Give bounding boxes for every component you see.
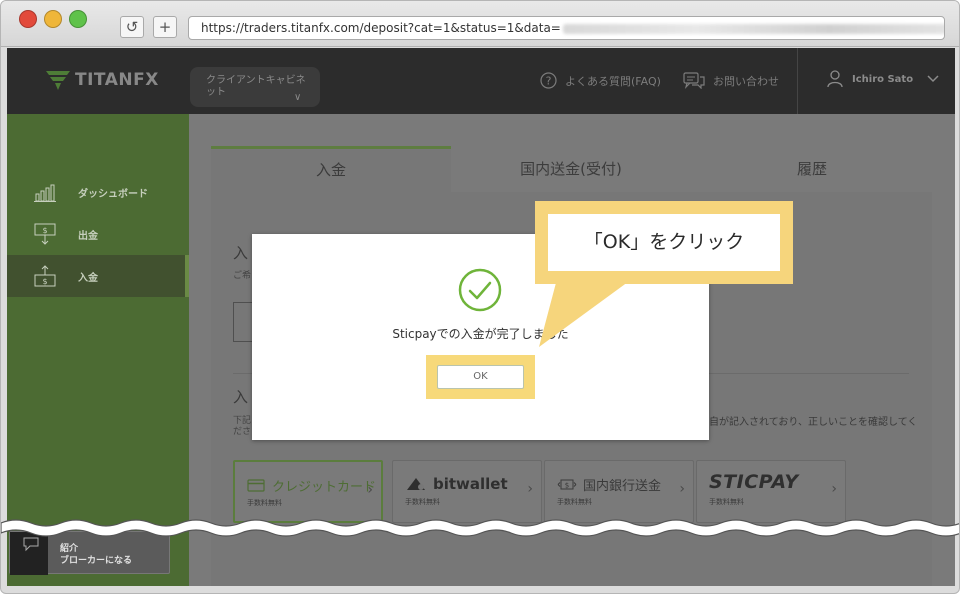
site-header: TITANFX クライアントキャビネット ∨ ? よくある質問(FAQ) お問い… — [7, 48, 955, 114]
payment-method-name: bitwallet — [433, 475, 508, 493]
sidebar-item-deposit[interactable]: $ 入金 — [7, 255, 189, 297]
tab-history[interactable]: 履歴 — [691, 146, 933, 192]
deposit-icon: $ — [34, 265, 56, 287]
intro-subtitle: ブローカーになる — [60, 556, 133, 566]
payment-method-fee: 手数料無料 — [405, 498, 440, 506]
logo-text: TITANFX — [75, 70, 159, 90]
sidebar-item-label: ダッシュボード — [78, 188, 148, 200]
user-icon — [827, 70, 843, 88]
url-text: https://traders.titanfx.com/deposit?cat=… — [201, 21, 561, 35]
titanfx-logo[interactable]: TITANFX — [45, 68, 159, 92]
minimize-window-button[interactable] — [44, 10, 62, 28]
chevron-right-icon: › — [831, 481, 837, 497]
cabinet-label: クライアントキャビネット — [206, 75, 306, 98]
bar-chart-icon — [34, 184, 56, 202]
reload-icon[interactable]: ↺ — [120, 16, 144, 38]
chevron-right-icon: › — [527, 481, 533, 497]
address-bar[interactable]: https://traders.titanfx.com/deposit?cat=… — [188, 16, 945, 40]
svg-text:$: $ — [565, 482, 569, 490]
sidebar-item-label: 入金 — [78, 272, 98, 284]
close-window-button[interactable] — [19, 10, 37, 28]
payment-method-name: 国内銀行送金 — [583, 479, 662, 494]
section-note-right: 自が記入されており、正しいことを確認してく — [709, 417, 918, 428]
instruction-callout: 「OK」をクリック — [535, 201, 793, 284]
svg-text:$: $ — [42, 226, 47, 235]
bank-transfer-icon: $ — [557, 479, 577, 490]
user-name: Ichiro Sato — [852, 73, 914, 85]
screenshot-frame: ↺ + https://traders.titanfx.com/deposit?… — [0, 0, 960, 594]
section-description: ご希 — [233, 271, 252, 281]
payment-method-fee: 手数料無料 — [247, 499, 282, 507]
titanfx-logo-mark-icon — [46, 71, 70, 90]
faq-label: よくある質問(FAQ) — [565, 74, 661, 88]
callout-text: 「OK」をクリック — [548, 214, 780, 271]
check-circle-icon — [458, 268, 502, 312]
payment-method-name: クレジットカード — [272, 480, 377, 495]
section-heading: 入 — [233, 388, 249, 406]
tab-deposit[interactable]: 入金 — [211, 146, 451, 192]
chevron-down-icon: ∨ — [294, 92, 302, 103]
credit-card-icon — [247, 479, 265, 492]
payment-method-fee: 手数料無料 — [557, 498, 592, 506]
ok-button[interactable]: OK — [437, 365, 524, 389]
chevron-down-icon — [927, 75, 939, 83]
client-cabinet-dropdown[interactable]: クライアントキャビネット ∨ — [190, 67, 320, 107]
sidebar-item-dashboard[interactable]: ダッシュボード — [7, 171, 189, 213]
chevron-right-icon: › — [679, 481, 685, 497]
user-menu[interactable]: Ichiro Sato — [827, 70, 939, 88]
svg-text:$: $ — [42, 277, 47, 286]
url-redacted-blur — [562, 23, 944, 34]
header-divider — [797, 48, 798, 114]
new-tab-icon[interactable]: + — [153, 16, 177, 38]
torn-edge-divider — [1, 519, 959, 537]
callout-pointer — [539, 279, 632, 347]
section-note: ださ — [233, 427, 252, 437]
sidebar-item-label: 出金 — [78, 230, 98, 242]
sticpay-logo: STICPAY — [709, 471, 799, 493]
tab-domestic-transfer[interactable]: 国内送金(受付) — [451, 146, 691, 192]
section-heading: 入 — [233, 244, 249, 262]
chevron-right-icon: › — [367, 482, 373, 498]
contact-link[interactable]: お問い合わせ — [683, 72, 779, 89]
payment-method-fee: 手数料無料 — [709, 498, 744, 506]
sidebar-item-withdraw[interactable]: $ 出金 — [7, 213, 189, 255]
faq-link[interactable]: ? よくある質問(FAQ) — [540, 72, 661, 89]
withdraw-icon: $ — [34, 223, 56, 245]
zoom-window-button[interactable] — [69, 10, 87, 28]
browser-toolbar: ↺ + https://traders.titanfx.com/deposit?… — [1, 1, 959, 47]
dialog-message: Sticpayでの入金が完了しました — [392, 327, 569, 341]
deposit-tabs: 入金 国内送金(受付) 履歴 — [211, 146, 959, 192]
question-circle-icon: ? — [540, 72, 557, 89]
bitwallet-icon — [407, 478, 425, 490]
contact-label: お問い合わせ — [713, 74, 779, 88]
svg-text:?: ? — [546, 75, 552, 88]
chat-bubbles-icon — [683, 72, 705, 89]
